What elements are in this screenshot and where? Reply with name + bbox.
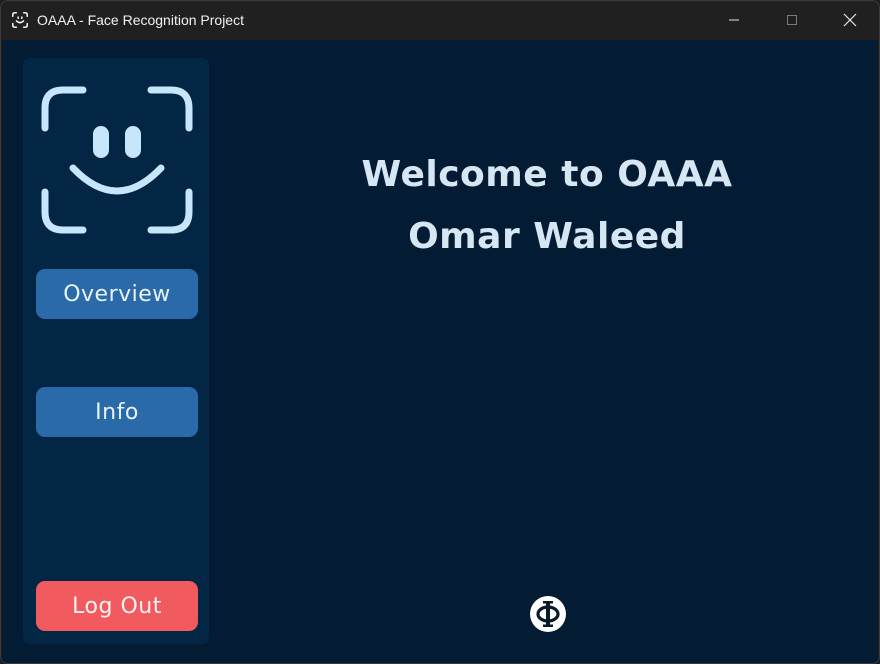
logout-button[interactable]: Log Out bbox=[36, 581, 198, 631]
window-title: OAAA - Face Recognition Project bbox=[37, 12, 244, 28]
maximize-icon bbox=[787, 15, 797, 25]
overview-label: Overview bbox=[63, 281, 171, 307]
welcome-line-2: Omar Waleed bbox=[408, 216, 686, 257]
close-icon bbox=[843, 13, 857, 27]
phi-logo-icon bbox=[530, 596, 566, 632]
welcome-line-1: Welcome to OAAA bbox=[361, 154, 733, 195]
logout-label: Log Out bbox=[72, 593, 162, 619]
info-button[interactable]: Info bbox=[36, 387, 198, 437]
overview-button[interactable]: Overview bbox=[36, 269, 198, 319]
face-id-icon bbox=[12, 12, 28, 28]
app-window: OAAA - Face Recognition Project Overview… bbox=[0, 0, 880, 664]
app-content: Overview Info Log Out Welcome to OAAA Om… bbox=[2, 40, 878, 663]
title-bar[interactable]: OAAA - Face Recognition Project bbox=[1, 1, 879, 39]
minimize-icon bbox=[729, 19, 739, 21]
face-id-icon bbox=[41, 86, 193, 234]
sidebar: Overview Info Log Out bbox=[23, 58, 209, 644]
close-button[interactable] bbox=[821, 1, 879, 39]
info-label: Info bbox=[95, 399, 139, 425]
maximize-button[interactable] bbox=[763, 1, 821, 39]
minimize-button[interactable] bbox=[705, 1, 763, 39]
welcome-heading: Welcome to OAAA Omar Waleed bbox=[232, 144, 862, 268]
